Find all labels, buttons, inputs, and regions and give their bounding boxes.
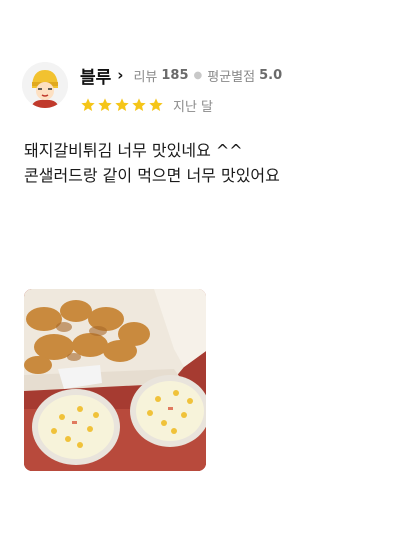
review-text: 돼지갈비튀김 너무 맛있네요 ^^ 콘샐러드랑 같이 먹으면 너무 맛있어요: [24, 141, 280, 185]
review-header: 블루 › 리뷰 185 ● 평균별점 5.0 지난 달: [22, 62, 282, 116]
review-date: 지난 달: [173, 99, 214, 115]
star-icon: [98, 98, 112, 111]
star-icon: [132, 98, 146, 111]
author-avatar[interactable]: [22, 62, 68, 108]
separator-dot-icon: ●: [193, 69, 203, 81]
cartoon-avatar-icon: [22, 62, 68, 108]
fried-pork-and-corn-salad-photo-icon: [24, 289, 206, 471]
review-count: 185: [161, 67, 189, 83]
star-icon: [149, 98, 163, 111]
author-name[interactable]: 블루: [80, 63, 111, 88]
average-rating-value: 5.0: [259, 67, 283, 83]
star-icon: [81, 98, 95, 111]
review-photo[interactable]: [24, 289, 206, 471]
star-icon: [115, 98, 129, 111]
chevron-right-icon[interactable]: ›: [117, 66, 123, 84]
review-count-label: 리뷰: [133, 69, 158, 85]
star-rating: [80, 97, 165, 113]
average-rating-label: 평균별점: [207, 69, 256, 85]
